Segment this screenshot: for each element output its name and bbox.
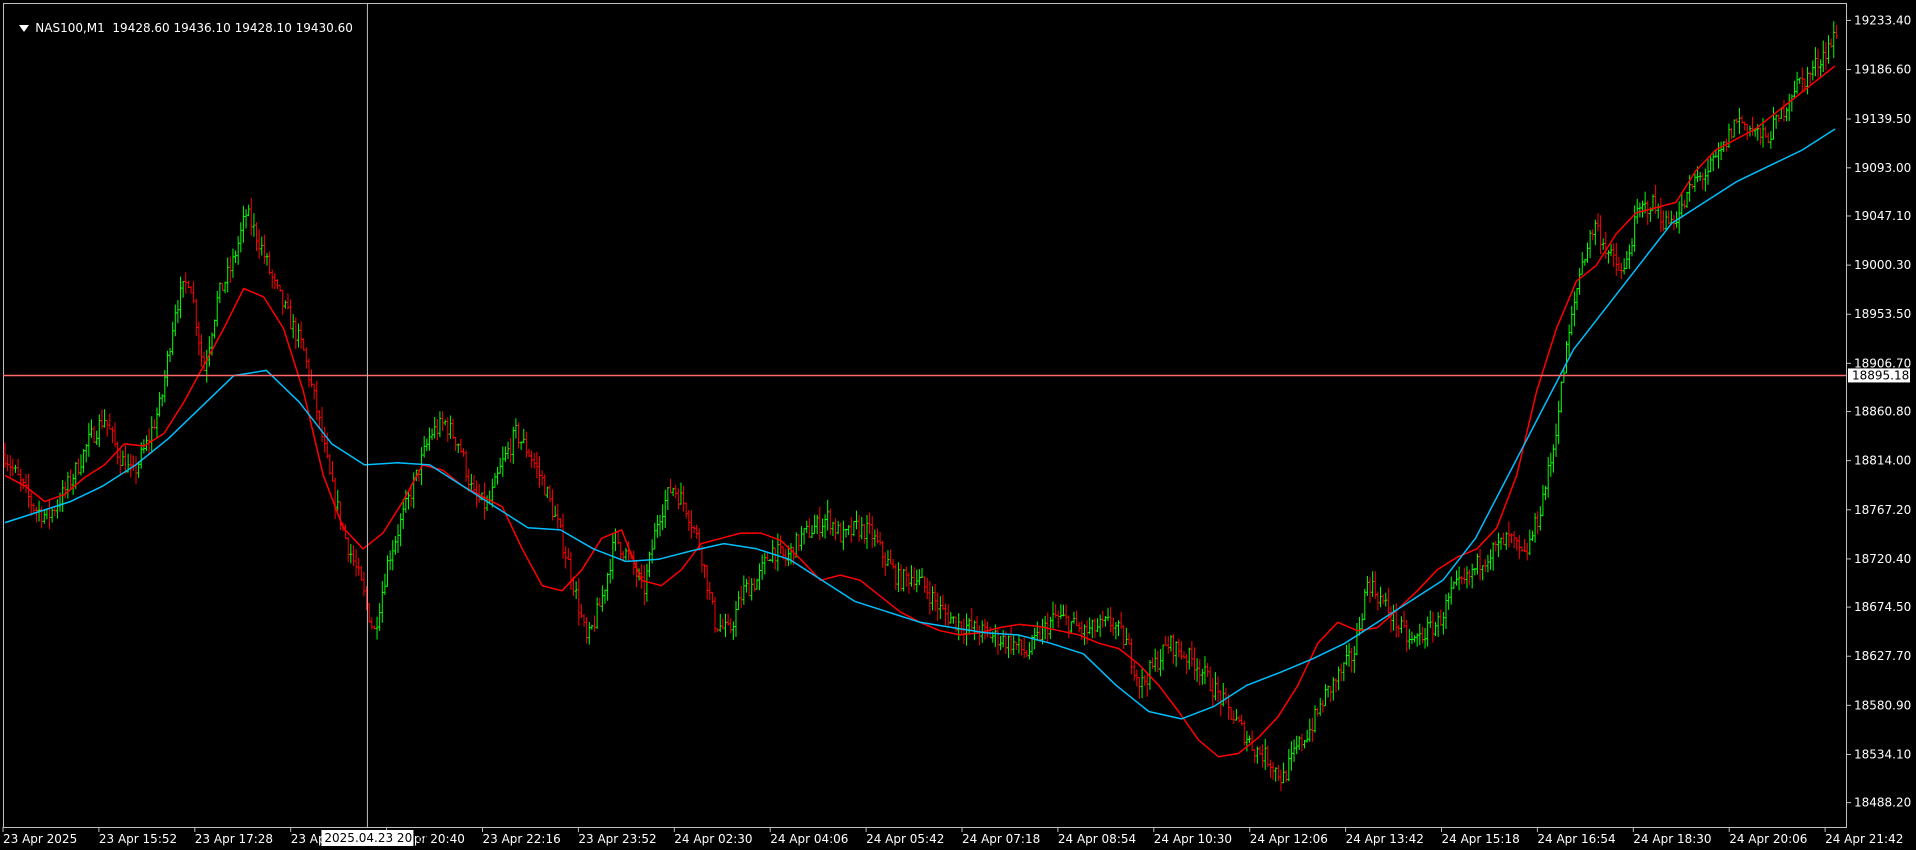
y-tick-label: 19139.50: [1854, 112, 1911, 126]
y-tick-label: 18534.10: [1854, 747, 1911, 761]
y-tick-label: 19093.00: [1854, 161, 1911, 175]
price-chart[interactable]: 19233.40 19186.60 19139.50 19093.00 19047.10…: [0, 0, 1916, 850]
y-tick-label: 19186.60: [1854, 63, 1911, 77]
x-tick-label: 24 Apr 05:42: [866, 832, 944, 846]
x-tick-label: 24 Apr 21:42: [1825, 832, 1903, 846]
x-tick-label: 24 Apr 12:06: [1250, 832, 1328, 846]
y-tick-label: 19000.30: [1854, 258, 1911, 272]
y-tick-label: 19233.40: [1854, 13, 1911, 27]
x-tick-label: 23 Apr 15:52: [99, 832, 177, 846]
y-tick-label: 18674.50: [1854, 600, 1911, 614]
y-tick-label: 18814.00: [1854, 454, 1911, 468]
y-tick-label: 18580.90: [1854, 698, 1911, 712]
x-tick-label: 24 Apr 18:30: [1633, 832, 1711, 846]
x-tick-label: 24 Apr 04:06: [770, 832, 848, 846]
slow-ma-line: [4, 128, 1836, 720]
y-tick-label: 18488.20: [1854, 796, 1911, 810]
price-line-label: 18895.18: [1852, 368, 1909, 382]
y-tick-label: 18953.50: [1854, 307, 1911, 321]
x-tick-label: 24 Apr 13:42: [1346, 832, 1424, 846]
x-tick-label: 23 Apr 2025: [3, 832, 77, 846]
x-tick-label: 24 Apr 10:30: [1154, 832, 1232, 846]
x-tick-label: 23 Apr 22:16: [483, 832, 561, 846]
x-tick-label: 23 Apr 17:28: [195, 832, 273, 846]
y-tick-label: 19047.10: [1854, 209, 1911, 223]
x-tick-label: 23 Apr 23:52: [578, 832, 656, 846]
plot-frame: [3, 3, 1847, 828]
y-tick-label: 18720.40: [1854, 552, 1911, 566]
x-tick-label: 24 Apr 07:18: [962, 832, 1040, 846]
x-tick-label: 24 Apr 08:54: [1058, 832, 1136, 846]
x-tick-label: 24 Apr 15:18: [1442, 832, 1520, 846]
y-tick-label: 18767.20: [1854, 503, 1911, 517]
x-tick-label: 24 Apr 16:54: [1537, 832, 1615, 846]
chart-window[interactable]: NAS100,M1 19428.60 19436.10 19428.10 194…: [0, 0, 1916, 850]
x-tick-label: 24 Apr 02:30: [674, 832, 752, 846]
y-tick-label: 18860.80: [1854, 405, 1911, 419]
crosshair-time-label: 2025.04.23 20:30: [324, 831, 431, 845]
y-tick-label: 18627.70: [1854, 649, 1911, 663]
x-tick-label: 24 Apr 20:06: [1729, 832, 1807, 846]
